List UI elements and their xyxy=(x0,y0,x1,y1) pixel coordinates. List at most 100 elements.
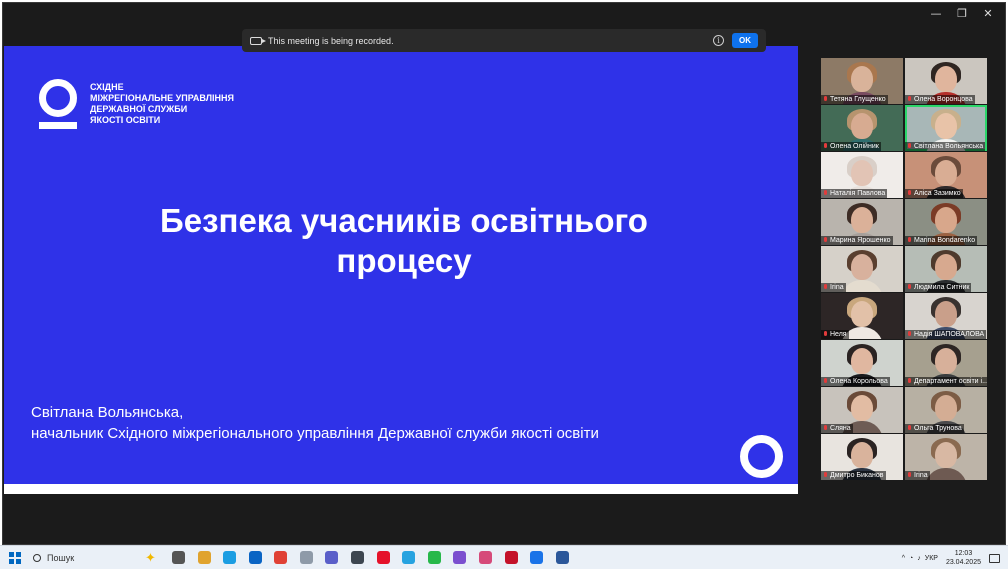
participant-tile[interactable]: Надія ШАПОВАЛОВА xyxy=(905,293,987,339)
logo-ring-decoration xyxy=(740,435,783,478)
participant-tile[interactable]: Marina Bondarenko xyxy=(905,199,987,245)
whatsapp-icon[interactable] xyxy=(427,551,441,564)
taskbar-search[interactable]: Пошук xyxy=(33,549,163,567)
tray-language[interactable]: УКР xyxy=(925,555,938,562)
slide-title-line: процесу xyxy=(336,242,472,279)
participant-tile[interactable]: Олена Олійник xyxy=(821,105,903,151)
teams-icon[interactable] xyxy=(325,551,339,564)
ok-button[interactable]: OK xyxy=(732,33,758,48)
task-view-icon[interactable] xyxy=(171,551,185,564)
muted-mic-icon xyxy=(907,284,912,291)
tray-clock[interactable]: 12:03 23.04.2025 xyxy=(946,549,981,567)
participant-tile[interactable]: Департамент освіти і... xyxy=(905,340,987,386)
participant-tile[interactable]: Irina xyxy=(905,434,987,480)
restore-button[interactable]: ❐ xyxy=(949,6,975,22)
clock-date: 23.04.2025 xyxy=(945,559,981,566)
viber-icon[interactable] xyxy=(453,551,467,564)
muted-mic-icon xyxy=(907,237,912,244)
telegram-icon[interactable] xyxy=(402,551,416,564)
participant-name: Світлана Вольянська xyxy=(905,142,986,151)
windows-start-icon[interactable] xyxy=(9,551,21,564)
opera-icon[interactable] xyxy=(376,551,390,564)
participant-tile[interactable]: Неля xyxy=(821,293,903,339)
word-icon[interactable] xyxy=(555,551,569,564)
minimize-button[interactable]: — xyxy=(923,6,949,22)
outlook-icon[interactable] xyxy=(248,551,262,564)
participant-face xyxy=(935,160,957,186)
participant-face xyxy=(851,113,873,139)
speaker-name: Світлана Вольянська, xyxy=(31,404,184,421)
muted-mic-icon xyxy=(823,237,828,244)
pdf-reader-icon[interactable] xyxy=(504,551,518,564)
participant-face xyxy=(851,66,873,92)
close-button[interactable]: ✕ xyxy=(975,6,1001,22)
participant-tile[interactable]: Ольга Трунова xyxy=(905,387,987,433)
org-line: СХІДНЕ xyxy=(90,82,124,92)
chrome-icon[interactable] xyxy=(274,551,288,564)
slide-title: Безпека учасників освітнього процесу xyxy=(64,201,744,281)
muted-mic-icon xyxy=(823,96,828,103)
participant-face xyxy=(851,301,873,327)
speaker-role: начальник Східного міжрегіонального упра… xyxy=(31,425,599,442)
muted-mic-icon xyxy=(823,472,828,479)
recording-banner: This meeting is being recorded. i OK xyxy=(242,29,766,52)
participant-face xyxy=(935,254,957,280)
participant-tile[interactable]: Марина Ярошенко xyxy=(821,199,903,245)
search-icon xyxy=(33,553,41,562)
participant-face xyxy=(935,66,957,92)
participant-face xyxy=(851,160,873,186)
tray-wifi-icon[interactable]: ◔ xyxy=(909,555,913,562)
participant-face xyxy=(851,254,873,280)
edge-icon[interactable] xyxy=(223,551,237,564)
muted-mic-icon xyxy=(907,190,912,197)
calculator-icon[interactable] xyxy=(351,551,365,564)
clock-time: 12:03 xyxy=(954,550,973,557)
org-line: ЯКОСТІ ОСВІТИ xyxy=(90,115,161,125)
participant-face xyxy=(935,207,957,233)
muted-mic-icon xyxy=(823,425,828,432)
speaker-caption: Світлана Вольянська, начальник Східного … xyxy=(31,402,599,444)
participant-name: Надія ШАПОВАЛОВА xyxy=(905,330,987,339)
org-line: МІЖРЕГІОНАЛЬНЕ УПРАВЛІННЯ xyxy=(90,93,234,103)
participant-name: Людмила Ситник xyxy=(905,283,972,292)
copilot-icon[interactable] xyxy=(197,551,211,564)
participant-name: Олена Корольова xyxy=(821,377,890,386)
paint-icon[interactable] xyxy=(299,551,313,564)
participant-tile[interactable]: Irina xyxy=(821,246,903,292)
participant-face xyxy=(851,442,873,468)
participant-tile[interactable]: Світлана Вольянська xyxy=(905,105,987,151)
system-tray: ^ ◔ ♪ УКР 12:03 23.04.2025 xyxy=(902,546,1008,569)
participant-tile[interactable]: Дмитро Биканов xyxy=(821,434,903,480)
participant-face xyxy=(935,395,957,421)
tray-volume-icon[interactable]: ♪ xyxy=(917,555,921,562)
participant-body xyxy=(925,468,967,480)
muted-mic-icon xyxy=(907,96,912,103)
participant-face xyxy=(935,348,957,374)
muted-mic-icon xyxy=(823,143,828,150)
search-label: Пошук xyxy=(47,552,75,563)
participant-face xyxy=(851,348,873,374)
participant-tile[interactable]: Тетяна Глущенко xyxy=(821,58,903,104)
store-icon[interactable] xyxy=(479,551,493,564)
taskbar-apps xyxy=(171,551,582,564)
participant-name: Олена Олійник xyxy=(821,142,881,151)
organization-name: СХІДНЕ МІЖРЕГІОНАЛЬНЕ УПРАВЛІННЯ ДЕРЖАВН… xyxy=(90,82,234,126)
participant-name: Олена Воронцова xyxy=(905,95,975,104)
participant-tile[interactable]: Аліса Зазимко xyxy=(905,152,987,198)
participant-tile[interactable]: Наталія Павлова xyxy=(821,152,903,198)
muted-mic-icon xyxy=(823,378,828,385)
muted-mic-icon xyxy=(907,331,912,338)
shared-screen-slide: СХІДНЕ МІЖРЕГІОНАЛЬНЕ УПРАВЛІННЯ ДЕРЖАВН… xyxy=(4,46,798,494)
zoom-icon[interactable] xyxy=(530,551,544,564)
participant-tile[interactable]: Олена Воронцова xyxy=(905,58,987,104)
participant-tile[interactable]: Сляна xyxy=(821,387,903,433)
muted-mic-icon xyxy=(907,472,912,479)
participant-tile[interactable]: Людмила Ситник xyxy=(905,246,987,292)
participant-tile[interactable]: Олена Корольова xyxy=(821,340,903,386)
window-controls: — ❐ ✕ xyxy=(923,6,1001,22)
search-highlight-icon: ✦ xyxy=(145,549,156,565)
notifications-icon[interactable] xyxy=(989,553,1000,563)
slide-title-line: Безпека учасників освітнього xyxy=(160,202,648,239)
tray-chevron-icon[interactable]: ^ xyxy=(902,555,905,562)
info-icon[interactable]: i xyxy=(713,35,724,46)
